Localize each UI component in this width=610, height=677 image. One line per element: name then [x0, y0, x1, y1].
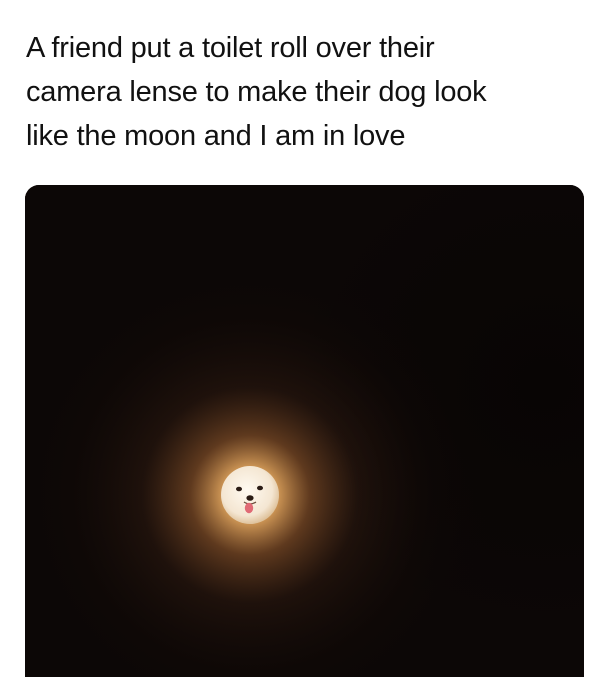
dog-face-moon: [221, 466, 279, 524]
post-caption: A friend put a toilet roll over their ca…: [26, 26, 586, 158]
dog-eye-right: [257, 485, 263, 491]
dog-eye-left: [236, 486, 242, 492]
moon-dog-image: [25, 185, 584, 677]
dog-tongue: [244, 502, 254, 514]
moon-disc: [221, 466, 279, 524]
caption-line-1: A friend put a toilet roll over their: [26, 32, 435, 64]
caption-line-2: camera lense to make their dog look: [26, 76, 487, 108]
caption-line-3: like the moon and I am in love: [26, 120, 406, 152]
moon-glow: [25, 185, 584, 677]
post-photo[interactable]: [25, 185, 584, 677]
dog-nose: [246, 495, 254, 501]
